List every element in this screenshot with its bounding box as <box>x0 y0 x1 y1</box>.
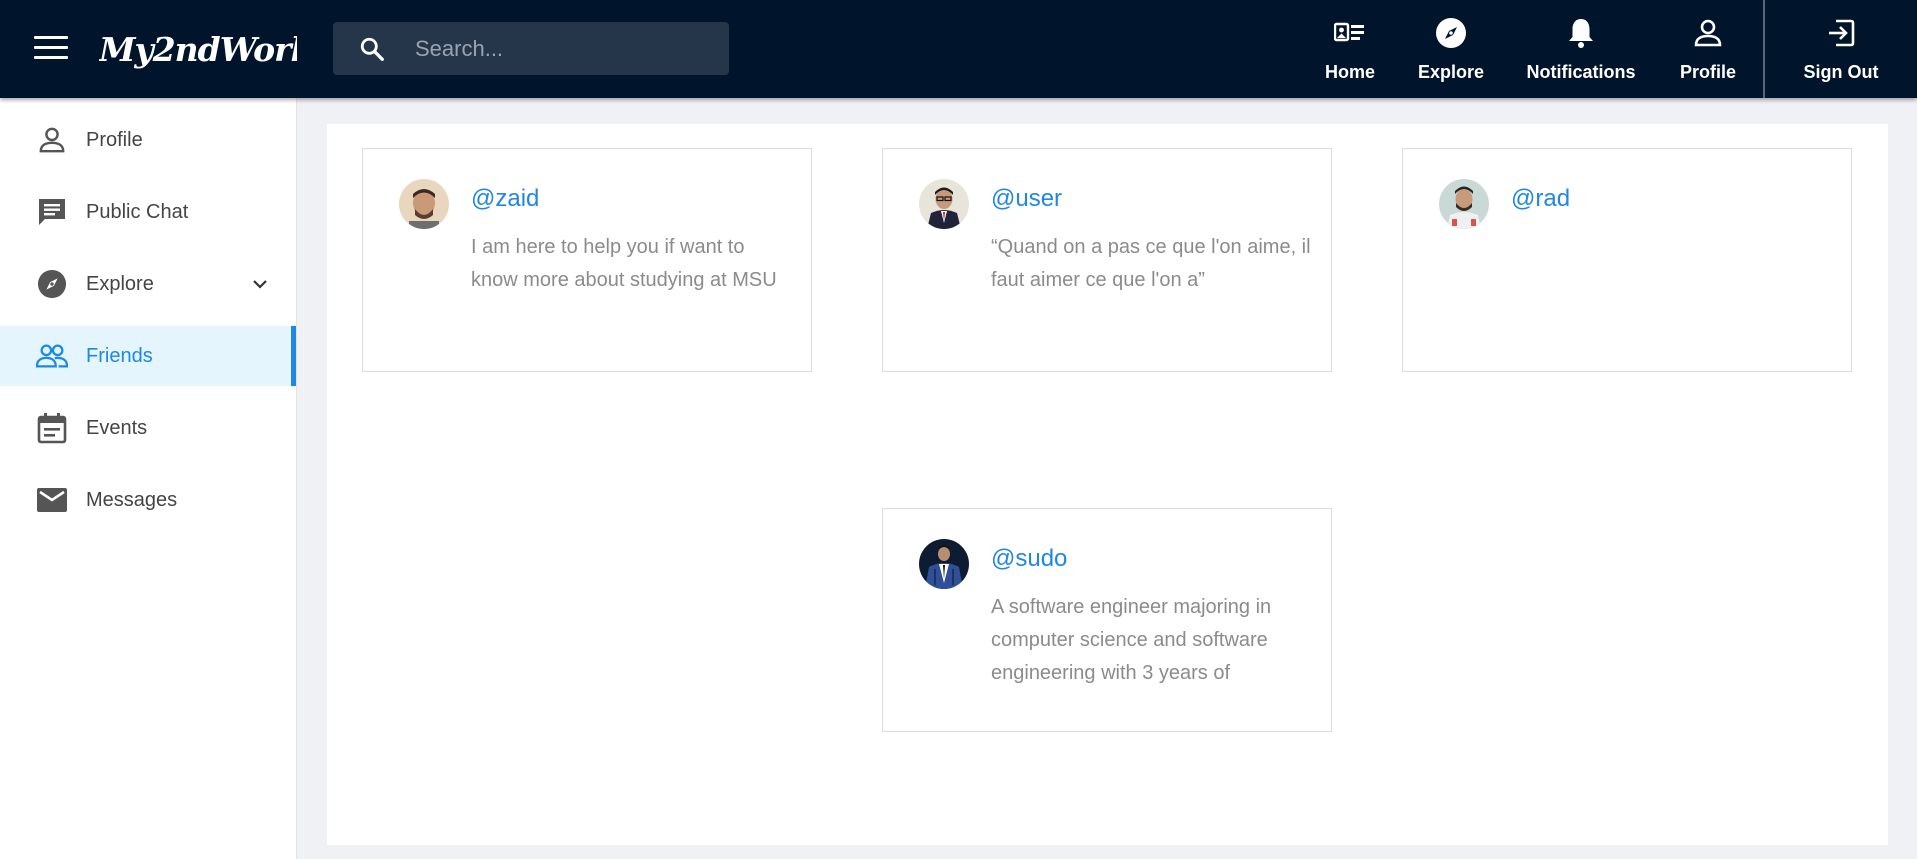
app-logo[interactable]: My2ndWorld <box>99 30 297 76</box>
sidebar-item-explore[interactable]: Explore <box>0 254 296 314</box>
avatar[interactable] <box>919 539 969 589</box>
search-input[interactable] <box>415 22 715 75</box>
compass-icon <box>1435 16 1467 50</box>
sidebar: Profile Public Chat Explore Friends Even… <box>0 98 297 859</box>
avatar[interactable] <box>399 179 449 229</box>
sidebar-item-label: Explore <box>86 272 154 295</box>
nav-home-label: Home <box>1324 62 1375 82</box>
top-app-bar: My2ndWorld Home Explore Notifications Pr… <box>0 0 1917 98</box>
chevron-down-icon[interactable] <box>252 279 268 289</box>
friend-handle[interactable]: @user <box>991 185 1062 213</box>
sidebar-item-label: Friends <box>86 344 153 367</box>
friend-card[interactable]: @user “Quand on a pas ce que l'on aime, … <box>882 148 1332 372</box>
friend-handle[interactable]: @sudo <box>991 545 1067 573</box>
search-box[interactable] <box>333 22 729 75</box>
active-indicator <box>291 326 296 386</box>
friend-bio: “Quand on a pas ce que l'on aime, il fau… <box>991 236 1311 291</box>
friend-card[interactable]: @rad <box>1402 148 1852 372</box>
avatar[interactable] <box>919 179 969 229</box>
nav-profile[interactable]: Profile <box>1671 0 1745 98</box>
friend-bio: I am here to help you if want to know mo… <box>471 236 777 291</box>
nav-explore-label: Explore <box>1417 62 1485 82</box>
compass-icon <box>36 268 68 300</box>
mail-icon <box>36 484 68 516</box>
nav-sign-out-label: Sign Out <box>1803 62 1879 82</box>
friend-handle[interactable]: @zaid <box>471 185 539 213</box>
sidebar-item-events[interactable]: Events <box>0 398 296 458</box>
person-icon <box>36 124 68 156</box>
bell-icon <box>1566 16 1596 50</box>
sidebar-item-messages[interactable]: Messages <box>0 470 296 530</box>
nav-notifications-label: Notifications <box>1526 62 1636 82</box>
calendar-icon <box>36 412 68 444</box>
friend-card[interactable]: @zaid I am here to help you if want to k… <box>362 148 812 372</box>
sidebar-item-label: Public Chat <box>86 200 189 223</box>
sidebar-item-label: Events <box>86 416 148 439</box>
sidebar-item-label: Profile <box>86 128 143 151</box>
friend-bio: A software engineer majoring in computer… <box>991 596 1272 684</box>
person-icon <box>1693 16 1723 50</box>
nav-profile-label: Profile <box>1679 62 1736 82</box>
search-icon <box>360 37 384 61</box>
sidebar-item-public-chat[interactable]: Public Chat <box>0 182 296 242</box>
nav-sign-out[interactable]: Sign Out <box>1763 0 1917 98</box>
people-icon <box>36 340 68 372</box>
friend-handle[interactable]: @rad <box>1511 185 1570 213</box>
nav-home[interactable]: Home <box>1316 0 1384 98</box>
sign-out-icon <box>1826 16 1856 50</box>
friend-card[interactable]: @sudo A software engineer majoring in co… <box>882 508 1332 732</box>
friends-panel: @zaid I am here to help you if want to k… <box>327 124 1888 845</box>
avatar[interactable] <box>1439 179 1489 229</box>
sidebar-item-friends[interactable]: Friends <box>0 326 296 386</box>
chat-icon <box>36 196 68 228</box>
home-card-icon <box>1334 16 1366 50</box>
sidebar-item-label: Messages <box>86 488 178 511</box>
menu-icon[interactable] <box>34 36 68 62</box>
sidebar-item-profile[interactable]: Profile <box>0 110 296 170</box>
nav-notifications[interactable]: Notifications <box>1516 0 1646 98</box>
nav-explore[interactable]: Explore <box>1411 0 1491 98</box>
